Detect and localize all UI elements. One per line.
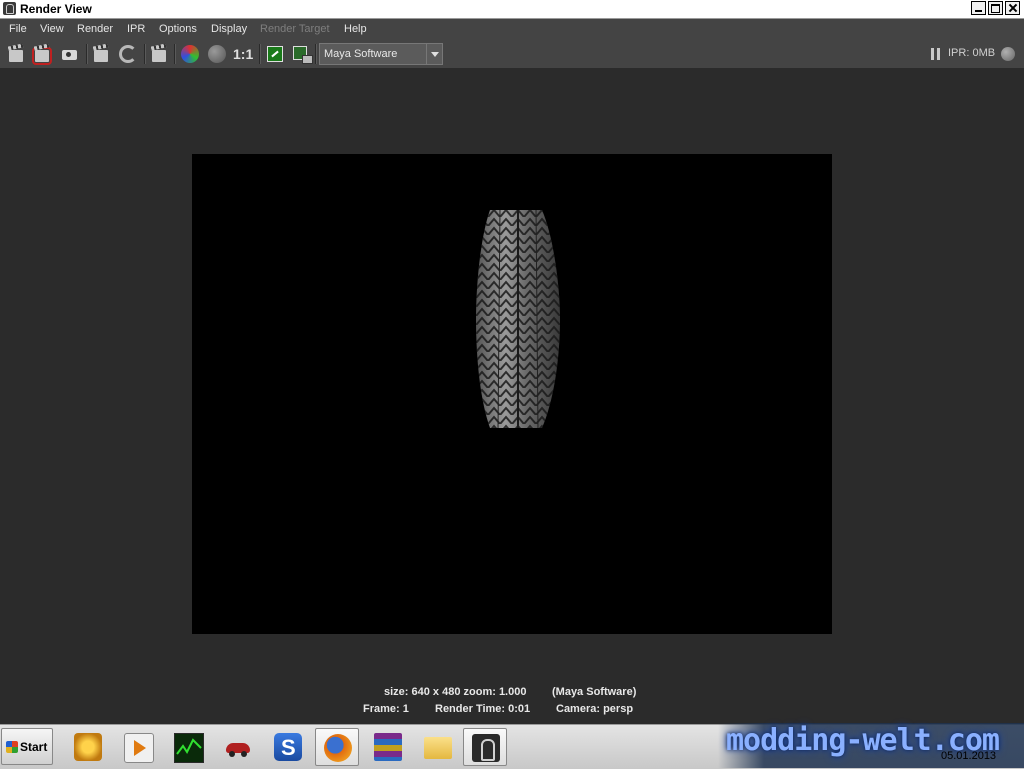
car-app-icon [224,733,252,761]
maya-app-icon[interactable] [3,2,16,15]
status-size-zoom: size: 640 x 480 zoom: 1.000 [384,686,527,698]
ipr-clapboard-icon [94,50,108,62]
monitor-graph-icon [174,733,204,763]
render-region-button[interactable] [32,44,52,65]
pause-icon[interactable] [930,48,941,60]
keep-image-icon [267,46,283,62]
alpha-channel-icon [208,45,226,63]
ipr-render-button[interactable] [91,44,111,64]
renderer-dropdown[interactable]: Maya Software [319,43,443,65]
taskbar-app-media-player[interactable] [116,728,160,766]
ipr-memory-label: IPR: 0MB [948,47,996,59]
window-title: Render View [20,2,92,16]
toolbar-separator [86,44,88,64]
menu-options[interactable]: Options [159,23,197,35]
menu-bar: File View Render IPR Options Display Ren… [0,19,1024,40]
taskbar-app-car[interactable] [216,728,260,766]
remove-image-icon [293,46,313,64]
toolbar-separator [144,44,146,64]
menu-render-target: Render Target [260,23,330,35]
render-settings-button[interactable] [149,44,169,64]
keep-image-button[interactable] [265,44,285,64]
taskbar-app-firefox[interactable] [315,728,359,766]
camera-icon [62,50,77,60]
toolbar: 1:1 [0,40,1024,68]
menu-render[interactable]: Render [77,23,113,35]
display-alpha-button[interactable] [207,44,227,64]
clock-date: 05.01.2013 [941,750,997,762]
ratio-label: 1:1 [233,46,254,62]
settings-clapboard-icon [152,50,166,62]
start-button[interactable]: Start [1,728,53,765]
menu-ipr[interactable]: IPR [127,23,145,35]
start-label: Start [20,740,48,754]
menu-file[interactable]: File [9,23,27,35]
refresh-icon [119,45,137,63]
star-app-icon [74,733,102,761]
taskbar-app-s[interactable]: S [266,728,310,766]
rgb-channels-icon [181,45,199,63]
clapboard-region-icon [32,47,52,65]
renderer-dropdown-value: Maya Software [324,48,398,60]
display-rgb-button[interactable] [180,44,200,64]
status-renderer: (Maya Software) [552,686,637,698]
ipr-status-icon [1001,47,1015,61]
title-bar: Render View [0,0,1024,19]
render-current-frame-button[interactable] [6,44,26,64]
remove-image-button[interactable] [291,44,313,64]
tire-render [476,210,560,428]
status-frame: Frame: 1 [363,703,409,715]
status-camera: Camera: persp [556,703,634,715]
close-button[interactable] [1005,1,1020,15]
taskbar-app-winrar[interactable] [366,728,410,766]
toolbar-separator [315,44,317,64]
toolbar-separator [259,44,261,64]
refresh-ipr-button[interactable] [118,44,138,64]
snapshot-button[interactable] [59,44,79,64]
status-render-time: Render Time: 0:01 [435,703,531,715]
taskbar-app-explorer-star[interactable] [66,728,110,766]
winrar-icon [374,733,402,761]
taskbar-app-maya[interactable] [463,728,507,766]
maximize-button[interactable] [988,1,1003,15]
clapboard-icon [9,50,23,62]
media-player-icon [124,733,154,763]
folder-icon [424,737,452,759]
minimize-button[interactable] [971,1,986,15]
taskbar-app-monitor[interactable] [166,728,210,766]
render-viewport[interactable] [0,68,1024,722]
menu-help[interactable]: Help [344,23,367,35]
taskbar-app-folder[interactable] [416,728,460,766]
firefox-icon [324,734,352,762]
s-app-icon: S [274,733,302,761]
windows-logo-icon [6,741,18,753]
toolbar-separator [174,44,176,64]
maya-taskbar-icon [472,734,500,762]
real-size-button[interactable]: 1:1 [233,44,253,64]
menu-display[interactable]: Display [211,23,247,35]
chevron-down-icon[interactable] [426,44,442,64]
menu-view[interactable]: View [40,23,64,35]
rendered-image [192,154,832,634]
